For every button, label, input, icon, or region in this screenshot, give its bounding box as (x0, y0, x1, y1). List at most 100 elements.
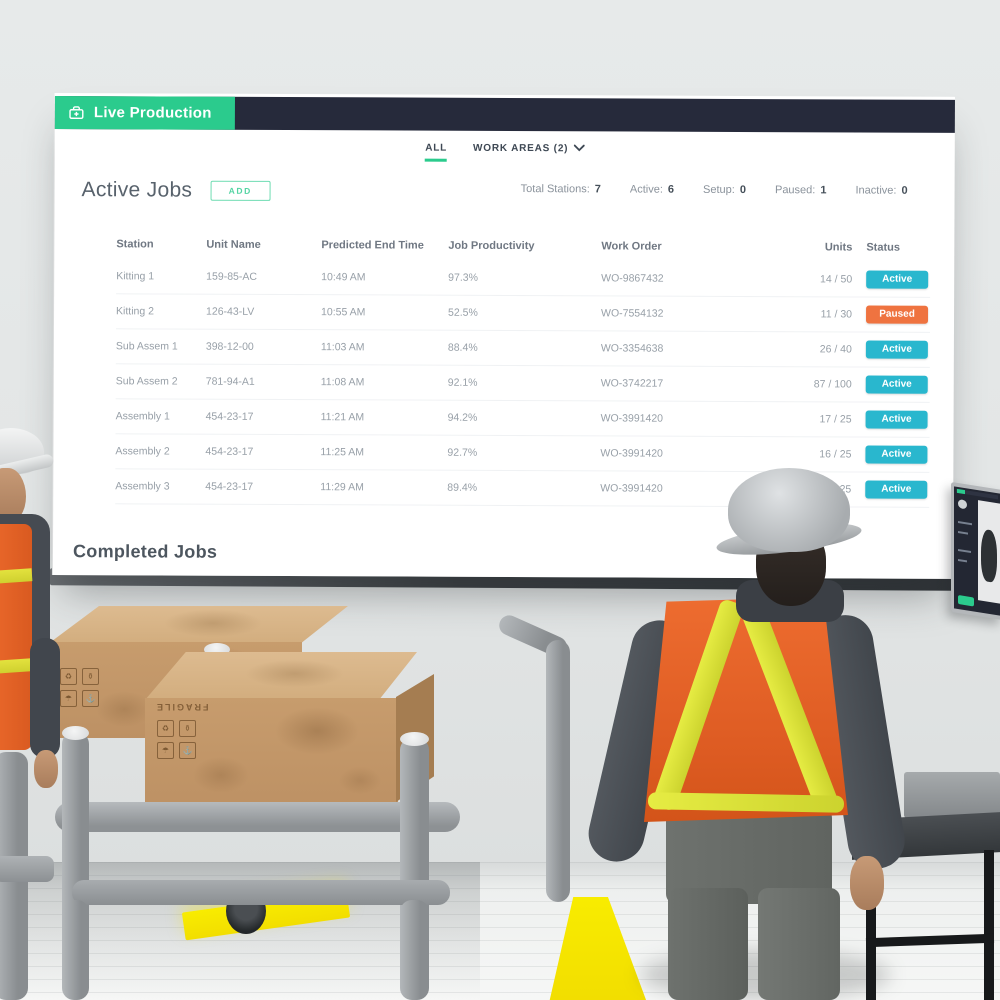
active-tab-underline (425, 158, 447, 161)
cell-status: Paused (866, 306, 930, 324)
side-display-product-panel (978, 500, 1000, 603)
cell-job-productivity: 94.2% (448, 412, 601, 425)
completed-jobs-title: Completed Jobs (73, 541, 217, 563)
side-display-text-line (958, 549, 971, 553)
cell-station: Sub Assem 1 (116, 340, 206, 352)
cell-work-order: WO-7554132 (601, 307, 768, 320)
table-row: Kitting 2126-43-LV10:55 AM52.5%WO-755413… (116, 294, 930, 333)
worker-right (608, 468, 892, 1000)
top-navbar: Live Production (55, 96, 955, 133)
cart-leg (400, 900, 429, 1000)
shipping-stamps: ♻ ⚱ ☂ ⚓ (157, 720, 196, 759)
side-display-text-line (958, 521, 972, 525)
safety-vest (0, 524, 32, 750)
cell-predicted-end-time: 11:21 AM (321, 411, 448, 424)
cart-post-cap (400, 732, 429, 746)
cell-station: Assembly 3 (115, 480, 205, 492)
side-display-green-button (958, 595, 974, 607)
status-badge[interactable]: Active (865, 446, 927, 464)
cell-status: Active (866, 411, 930, 429)
cell-units: 17 / 25 (768, 413, 866, 425)
side-display-text-line (958, 531, 968, 535)
cell-unit-name: 454-23-17 (206, 411, 321, 424)
cell-work-order: WO-3991420 (601, 412, 768, 425)
cell-work-order: WO-3354638 (601, 342, 768, 355)
station-stats: Total Stations:7 Active:6 Setup:0 Paused:1 I… (521, 183, 908, 197)
status-badge[interactable]: Active (866, 271, 928, 289)
shipping-symbol-icon: ⚱ (179, 720, 196, 737)
worker-leg (758, 888, 840, 1000)
tab-work-areas-label: WORK AREAS (2) (473, 142, 568, 153)
cell-job-productivity: 89.4% (447, 482, 600, 495)
toolbox-plus-icon (68, 104, 85, 121)
cell-predicted-end-time: 10:55 AM (321, 306, 448, 319)
column-header: Job Productivity (448, 240, 601, 253)
status-badge[interactable]: Active (866, 411, 928, 429)
shipping-symbol-icon: ⚓ (82, 690, 99, 707)
cart-post (546, 640, 570, 902)
cell-units: 14 / 50 (768, 273, 866, 285)
shipping-symbol-icon: ♻ (157, 720, 174, 737)
bench-leg (984, 850, 994, 1000)
cell-work-order: WO-3742217 (601, 377, 768, 390)
cell-units: 26 / 40 (768, 343, 866, 355)
shipping-symbol-icon: ⚓ (179, 742, 196, 759)
stat-item: Active:6 (630, 184, 674, 196)
side-display-product-image (981, 529, 997, 584)
live-production-tab[interactable]: Live Production (55, 96, 235, 130)
table-row: Kitting 1159-85-AC10:49 AM97.3%WO-986743… (116, 259, 930, 298)
cart-lower-shelf (0, 856, 54, 882)
cell-predicted-end-time: 10:49 AM (321, 271, 448, 284)
side-display-status-dot (957, 489, 965, 494)
chevron-down-icon (573, 144, 584, 152)
cell-unit-name: 159-85-AC (206, 271, 321, 284)
column-header: Predicted End Time (321, 239, 448, 252)
hard-hat (728, 468, 850, 552)
worker-hand (850, 856, 884, 910)
cell-status: Active (866, 271, 930, 289)
stat-item: Total Stations:7 (521, 183, 601, 195)
column-header: Work Order (601, 240, 768, 253)
status-badge[interactable]: Active (866, 341, 928, 359)
stat-item: Setup:0 (703, 184, 746, 196)
stat-item: Inactive:0 (855, 184, 907, 196)
cell-job-productivity: 92.1% (448, 377, 601, 390)
worker-leg (668, 888, 748, 1000)
column-header: Unit Name (206, 239, 321, 252)
cell-predicted-end-time: 11:08 AM (321, 376, 448, 389)
bench-equipment (904, 772, 1000, 818)
cell-status: Active (866, 376, 930, 394)
cell-unit-name: 781-94-A1 (206, 376, 321, 389)
cell-station: Kitting 1 (116, 270, 206, 282)
page-title: Active Jobs (82, 178, 193, 202)
cell-unit-name: 398-12-00 (206, 341, 321, 354)
status-badge[interactable]: Paused (866, 306, 928, 324)
cell-job-productivity: 52.5% (448, 307, 601, 320)
status-badge[interactable]: Active (866, 376, 928, 394)
scene-canvas: Live Production ALL WORK AREAS (2) Activ… (0, 0, 1000, 1000)
side-station-display (951, 482, 1000, 620)
cell-units: 16 / 25 (767, 448, 865, 460)
cell-unit-name: 454-23-17 (205, 446, 320, 459)
cell-job-productivity: 92.7% (447, 447, 600, 460)
tab-work-areas[interactable]: WORK AREAS (2) (473, 142, 584, 153)
cell-predicted-end-time: 11:25 AM (320, 446, 447, 459)
cell-status: Active (865, 446, 929, 464)
table-row: Assembly 1454-23-1711:21 AM94.2%WO-39914… (116, 399, 930, 438)
worker-hand (34, 750, 58, 788)
cardboard-box: FRAGILE ♻ ⚱ ☂ ⚓ (145, 698, 398, 808)
cart-leg (62, 900, 89, 1000)
filter-tabs: ALL WORK AREAS (2) (55, 129, 955, 167)
side-display-text-line (958, 559, 967, 562)
cell-predicted-end-time: 11:03 AM (321, 341, 448, 354)
stat-item: Paused:1 (775, 184, 827, 196)
table-header-row: StationUnit NamePredicted End TimeJob Pr… (116, 235, 930, 257)
avatar (958, 499, 967, 509)
tab-all[interactable]: ALL (425, 142, 447, 153)
cell-status: Active (866, 341, 930, 359)
shipping-symbol-icon: ☂ (157, 742, 174, 759)
add-button[interactable]: ADD (210, 181, 270, 201)
side-display-screen (954, 486, 1000, 615)
cardboard-box-top (48, 606, 348, 644)
table-row: Sub Assem 1398-12-0011:03 AM88.4%WO-3354… (116, 329, 930, 368)
